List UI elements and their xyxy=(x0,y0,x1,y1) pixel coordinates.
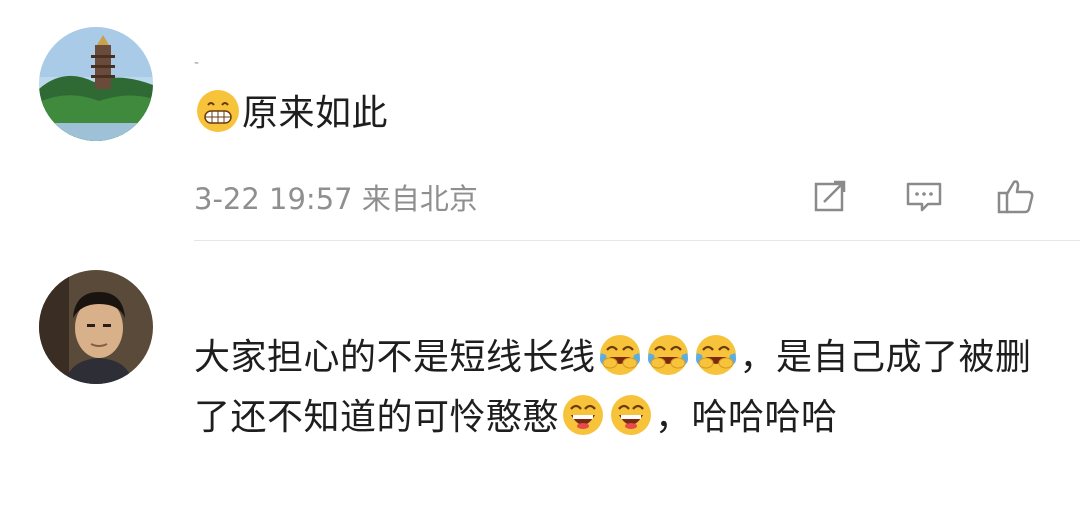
comment-text: 大家担心的不是短线长线 ，是自己成了被删了还不知道的可怜憨憨 ，哈哈哈哈 xyxy=(194,328,1044,448)
grinning-face-icon xyxy=(196,89,240,133)
comment-text-content: 原来如此 xyxy=(242,93,389,134)
like-icon xyxy=(997,180,1034,214)
timestamp: 3-22 19:57 xyxy=(194,182,353,216)
comment-button[interactable] xyxy=(904,176,944,216)
comment-text: 原来如此 xyxy=(194,84,388,144)
comment-text-part1: 大家担心的不是短线长线 xyxy=(194,337,596,378)
laughing-face-icon xyxy=(609,393,653,437)
laughing-face-icon xyxy=(561,393,605,437)
username[interactable]: - xyxy=(194,56,199,70)
share-icon xyxy=(814,180,846,212)
tears-of-joy-icon xyxy=(694,333,738,377)
comment-icon xyxy=(906,182,942,212)
comment-meta: 3-22 19:57 来自北京 xyxy=(194,176,478,218)
comment-text-part3: ，哈哈哈哈 xyxy=(655,397,838,438)
share-button[interactable] xyxy=(810,176,850,216)
like-button[interactable] xyxy=(996,176,1036,216)
tears-of-joy-icon xyxy=(598,333,642,377)
divider xyxy=(194,240,1080,241)
tears-of-joy-icon xyxy=(646,333,690,377)
location: 来自北京 xyxy=(361,182,478,216)
avatar[interactable] xyxy=(39,27,153,141)
avatar[interactable] xyxy=(39,270,153,384)
